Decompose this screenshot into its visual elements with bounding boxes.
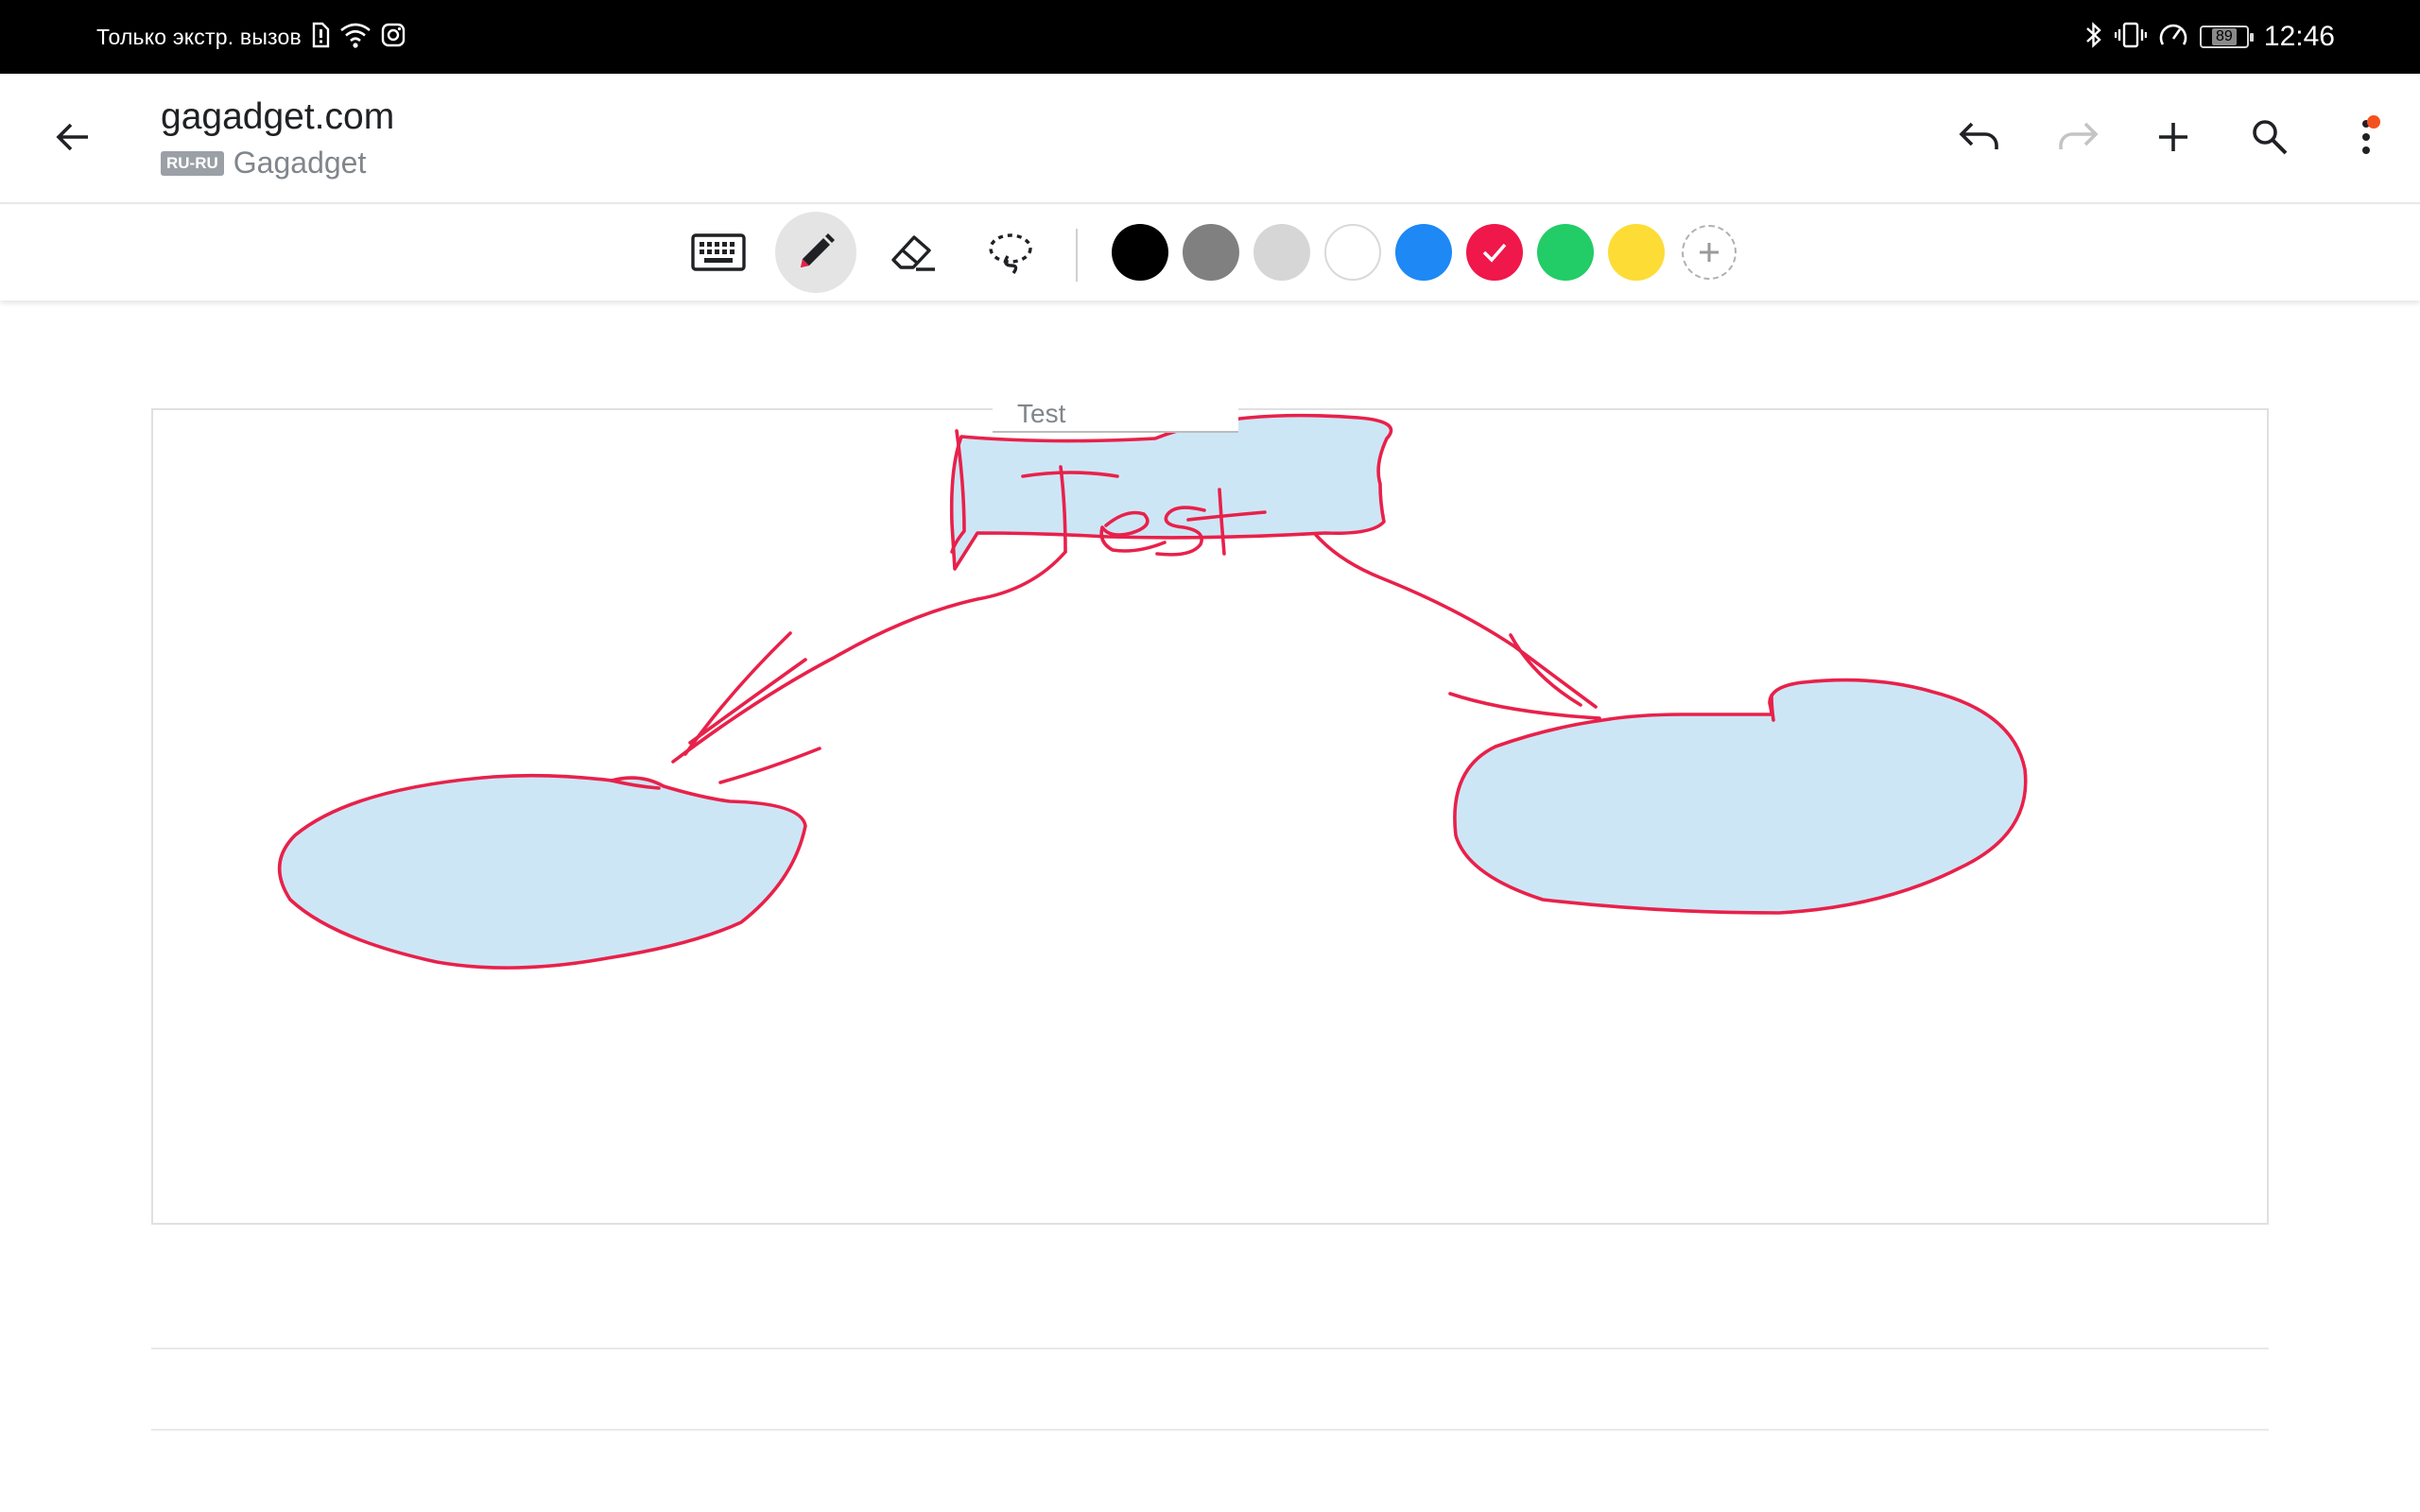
color-swatch-green[interactable] <box>1537 224 1594 281</box>
redo-icon <box>2059 122 2099 149</box>
color-swatch-black[interactable] <box>1112 224 1168 281</box>
note-content: Test <box>0 301 2420 1512</box>
plus-icon <box>1700 243 1719 262</box>
arrow-left-icon <box>56 123 88 151</box>
clock: 12:46 <box>2263 21 2335 52</box>
carrier-text: Только экстр. вызов <box>96 24 302 49</box>
drawing-canvas[interactable] <box>151 408 2269 1225</box>
redo-button[interactable] <box>2044 104 2110 170</box>
search-icon <box>2253 120 2288 155</box>
pen-icon <box>801 233 835 267</box>
wifi-icon <box>339 22 372 53</box>
vibrate-icon <box>2114 21 2148 54</box>
color-swatch-yellow[interactable] <box>1608 224 1665 281</box>
battery-indicator: 89 <box>2199 26 2254 48</box>
pen-tool[interactable] <box>775 212 856 293</box>
toolbar-separator <box>1076 229 1078 282</box>
page-subtitle: Gagadget <box>233 146 367 180</box>
color-swatch-gray[interactable] <box>1183 224 1239 281</box>
app-actions <box>1917 104 2420 170</box>
color-swatch-light-gray[interactable] <box>1253 224 1310 281</box>
left-ellipse-shape <box>277 773 807 970</box>
eraser-icon <box>891 235 935 271</box>
sim-alert-icon <box>311 22 330 53</box>
note-ruled-line <box>151 1348 2269 1349</box>
note-ruled-line <box>151 1429 2269 1431</box>
color-swatch-blue[interactable] <box>1395 224 1452 281</box>
search-button[interactable] <box>2237 104 2303 170</box>
check-icon <box>1482 243 1507 263</box>
keyboard-icon <box>691 233 746 271</box>
undo-button[interactable] <box>1947 104 2014 170</box>
keyboard-tool[interactable] <box>678 212 759 293</box>
color-swatch-red[interactable] <box>1466 224 1523 281</box>
status-left: Только экстр. вызов <box>96 0 406 74</box>
back-button[interactable] <box>43 108 102 166</box>
undo-icon <box>1959 122 1998 149</box>
plus-icon <box>2159 123 2187 151</box>
drawing-title[interactable]: Test <box>993 395 1238 433</box>
battery-level: 89 <box>2212 28 2237 45</box>
language-badge: RU-RU <box>161 150 224 176</box>
add-color-button[interactable] <box>1682 225 1737 280</box>
drawing-toolbar <box>0 206 2420 301</box>
subtitle-row: RU-RU Gagadget <box>161 146 394 180</box>
page-title: gagadget.com <box>161 96 395 137</box>
bluetooth-icon <box>2084 21 2103 54</box>
title-block: gagadget.com RU-RU Gagadget <box>161 96 394 180</box>
notification-dot <box>2367 115 2380 129</box>
speedometer-icon <box>2158 21 2188 54</box>
drawing-svg <box>277 413 2028 970</box>
eraser-tool[interactable] <box>873 212 954 293</box>
right-arrow-shell <box>1314 533 1598 709</box>
instagram-icon <box>381 23 406 52</box>
status-right: 89 12:46 <box>2084 0 2335 74</box>
add-button[interactable] <box>2140 104 2206 170</box>
status-bar: Только экстр. вызов 89 12:46 <box>0 0 2420 74</box>
more-options-button[interactable] <box>2333 104 2399 170</box>
app-bar: gagadget.com RU-RU Gagadget <box>0 74 2420 204</box>
color-swatch-white[interactable] <box>1324 224 1381 281</box>
left-arrow-shell <box>671 550 1067 764</box>
lasso-tool[interactable] <box>970 212 1051 293</box>
lasso-icon <box>989 233 1032 275</box>
right-ellipse-shape <box>1453 678 2028 915</box>
